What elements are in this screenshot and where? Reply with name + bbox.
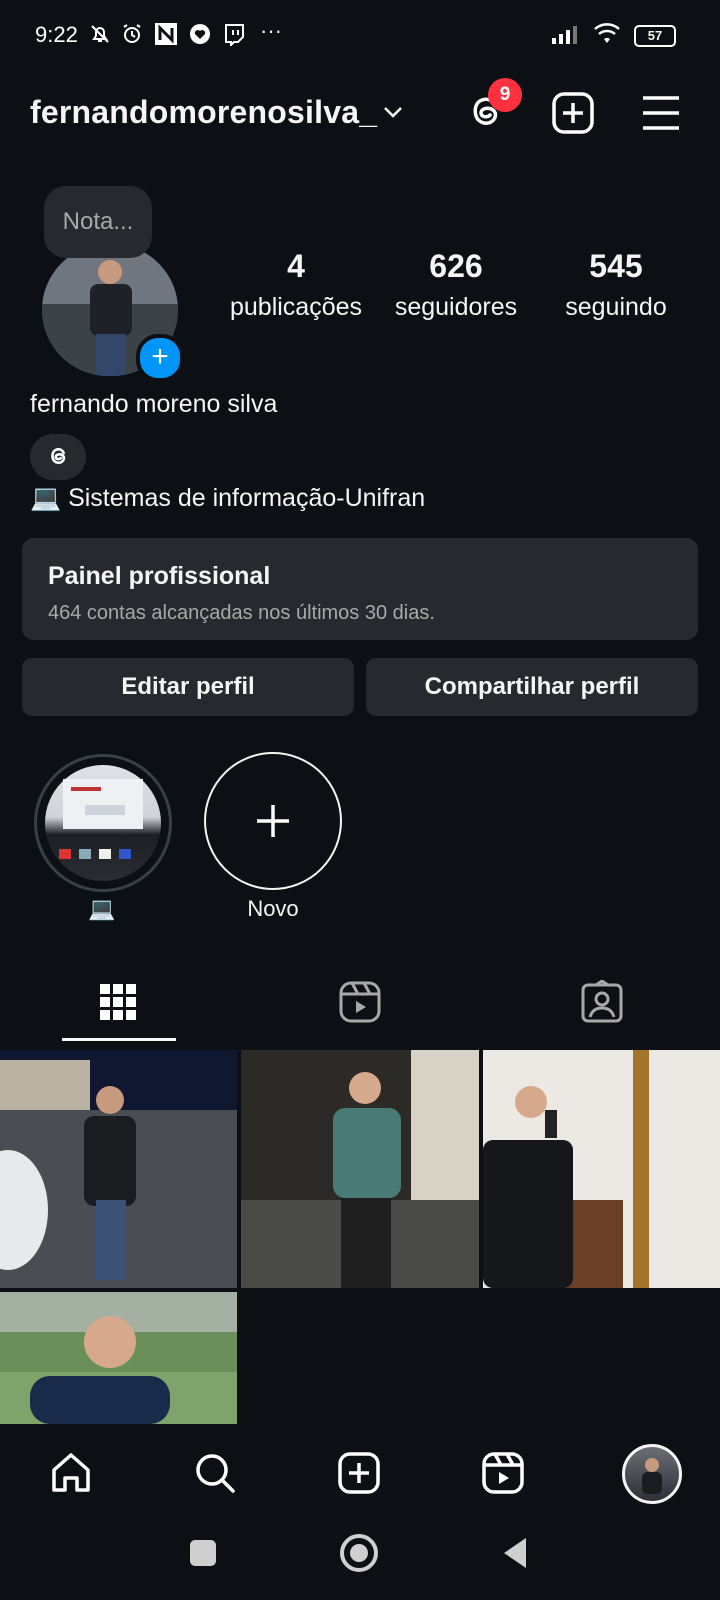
dashboard-title: Painel profissional: [48, 562, 271, 590]
profile-avatar[interactable]: [622, 1444, 682, 1504]
menu-icon[interactable]: [638, 90, 684, 136]
dashboard-subtitle: 464 contas alcançadas nos últimos 30 dia…: [48, 602, 435, 624]
create-post-icon[interactable]: [550, 90, 596, 136]
post-thumbnail[interactable]: [0, 1292, 237, 1424]
post-photo: [0, 1050, 237, 1288]
back-icon[interactable]: [500, 1536, 530, 1570]
profile-full-name: fernando moreno silva: [30, 390, 278, 418]
wifi-icon: [594, 23, 620, 43]
post-thumbnail[interactable]: [241, 1050, 479, 1288]
post-photo: [483, 1050, 720, 1288]
note-bubble[interactable]: Nota...: [44, 186, 152, 258]
signal-icon: [552, 26, 577, 44]
post-thumbnail[interactable]: [0, 1050, 237, 1288]
n-app-icon: [155, 23, 177, 45]
recents-button[interactable]: [190, 1540, 216, 1566]
post-photo: [0, 1292, 237, 1424]
account-switcher[interactable]: fernandomorenosilva_: [30, 94, 377, 131]
add-story-icon[interactable]: +: [136, 334, 184, 382]
threads-icon: [51, 447, 66, 465]
edit-profile-button[interactable]: Editar perfil: [22, 658, 354, 716]
stat-posts[interactable]: 4 publicações: [216, 248, 376, 322]
stat-followers-value: 626: [429, 248, 483, 284]
status-time: 9:22: [35, 22, 78, 47]
new-highlight-button[interactable]: [204, 752, 342, 890]
stat-posts-label: publicações: [229, 293, 363, 321]
plus-icon: [257, 805, 289, 837]
create-icon[interactable]: [336, 1450, 382, 1496]
reels-icon[interactable]: [338, 980, 382, 1024]
battery-level: 57: [647, 28, 663, 43]
highlight-photo: [59, 779, 143, 859]
heart-app-icon: [190, 24, 210, 44]
status-bar: 9:22 ··· 57: [0, 0, 720, 70]
nav-avatar-photo: [642, 1458, 662, 1494]
battery-icon: 57: [634, 25, 676, 47]
home-system-button[interactable]: [340, 1534, 378, 1572]
stat-posts-value: 4: [287, 248, 305, 284]
post-photo: [241, 1050, 479, 1288]
new-highlight-label: Novo: [247, 896, 299, 921]
stat-following[interactable]: 545 seguindo: [536, 248, 696, 322]
post-thumbnail[interactable]: [483, 1050, 720, 1288]
profile-bio: 💻 Sistemas de informação-Unifran: [30, 484, 426, 512]
threads-link[interactable]: [30, 434, 86, 480]
share-profile-button[interactable]: Compartilhar perfil: [366, 658, 698, 716]
active-tab-indicator: [62, 1038, 176, 1041]
highlight-cover: [45, 765, 161, 881]
highlight-label: 💻: [88, 896, 116, 921]
home-system-dot: [350, 1544, 368, 1562]
alarm-icon: [123, 24, 141, 43]
stat-followers[interactable]: 626 seguidores: [376, 248, 536, 322]
tagged-icon[interactable]: [580, 980, 624, 1024]
twitch-icon: [225, 24, 244, 46]
stat-following-value: 545: [589, 248, 643, 284]
home-icon[interactable]: [48, 1450, 94, 1496]
stat-followers-label: seguidores: [394, 293, 518, 321]
muted-bell-icon: [91, 25, 109, 43]
stat-following-label: seguindo: [565, 293, 667, 321]
search-icon[interactable]: [192, 1450, 238, 1496]
chevron-down-icon[interactable]: [382, 104, 404, 120]
professional-dashboard[interactable]: Painel profissional 464 contas alcançada…: [22, 538, 698, 640]
grid-icon[interactable]: [96, 980, 140, 1024]
threads-notification-badge: 9: [488, 78, 522, 112]
reels-icon[interactable]: [480, 1450, 526, 1496]
highlight-item[interactable]: [34, 754, 172, 892]
more-notifications: ···: [260, 18, 282, 43]
